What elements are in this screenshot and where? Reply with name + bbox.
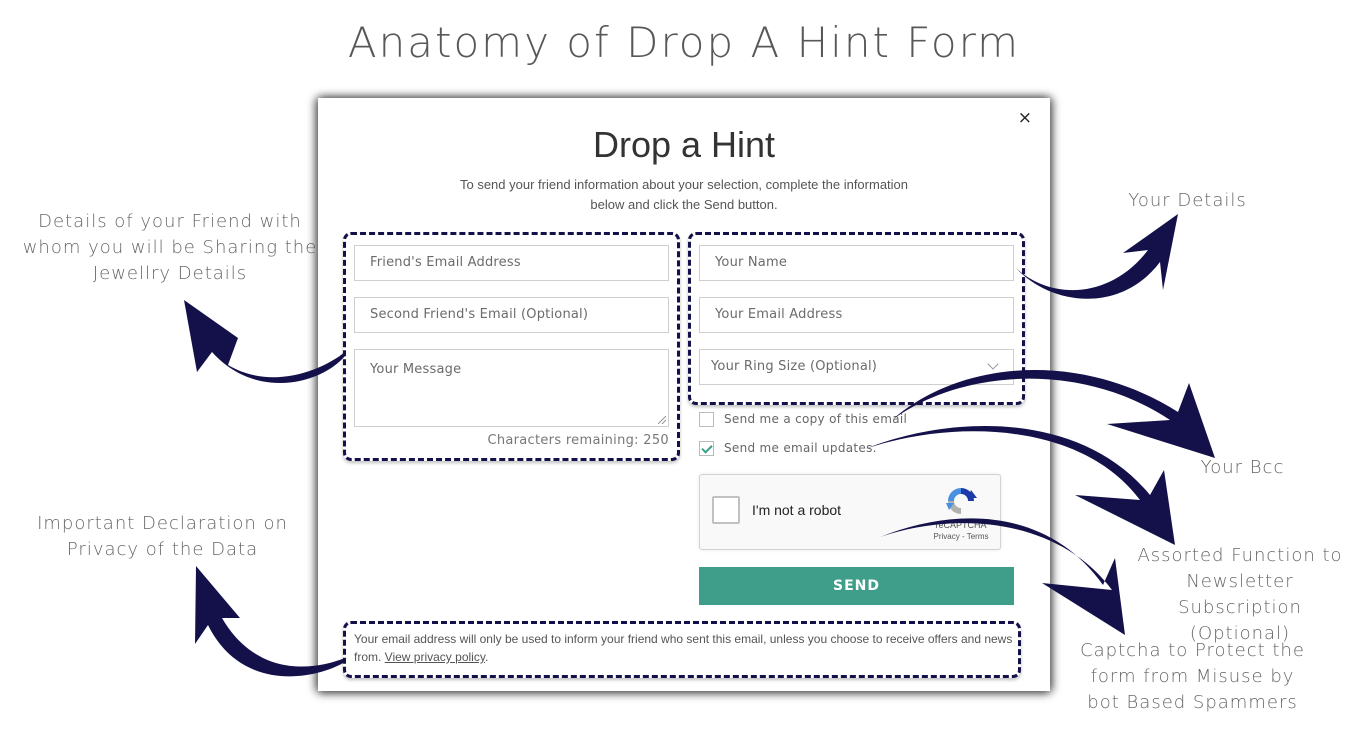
annotation-friend-details: Details of your Friend with whom you wil…: [22, 211, 318, 284]
recaptcha-checkbox[interactable]: [712, 496, 740, 524]
friend-details-group-outline: [343, 232, 680, 461]
copy-email-label: Send me a copy of this email: [724, 412, 908, 426]
modal-title: Drop a Hint: [592, 124, 776, 165]
recaptcha-logo-icon: [946, 488, 977, 514]
annotation-captcha: Captcha to Protect the form from Misuse …: [1080, 640, 1305, 713]
annotation-privacy: Important Declaration on Privacy of the …: [37, 513, 288, 560]
copy-email-checkbox[interactable]: [699, 411, 714, 427]
your-details-group-outline: [688, 232, 1025, 405]
annotation-newsletter: Assorted Function to Newsletter Subscrip…: [1137, 545, 1343, 644]
modal-subtitle: To send your friend information about yo…: [459, 177, 909, 212]
copy-email-option[interactable]: Send me a copy of this email: [699, 410, 907, 428]
annotation-your-bcc: Your Bcc: [1200, 457, 1285, 478]
email-updates-option[interactable]: Send me email updates.: [699, 439, 877, 457]
recaptcha-label: I'm not a robot: [752, 502, 842, 518]
send-button[interactable]: SEND: [699, 567, 1014, 605]
privacy-group-outline: [343, 621, 1021, 678]
email-updates-label: Send me email updates.: [724, 441, 877, 455]
recaptcha-links[interactable]: Privacy - Terms: [926, 532, 996, 541]
diagram-title: Anatomy of Drop A Hint Form: [347, 18, 1021, 67]
email-updates-checkbox[interactable]: [699, 440, 714, 456]
recaptcha-brand: reCAPTCHA: [935, 520, 987, 530]
annotation-your-details: Your Details: [1128, 190, 1247, 211]
recaptcha-widget: I'm not a robot reCAPTCHA Privacy - Term…: [699, 474, 1001, 550]
